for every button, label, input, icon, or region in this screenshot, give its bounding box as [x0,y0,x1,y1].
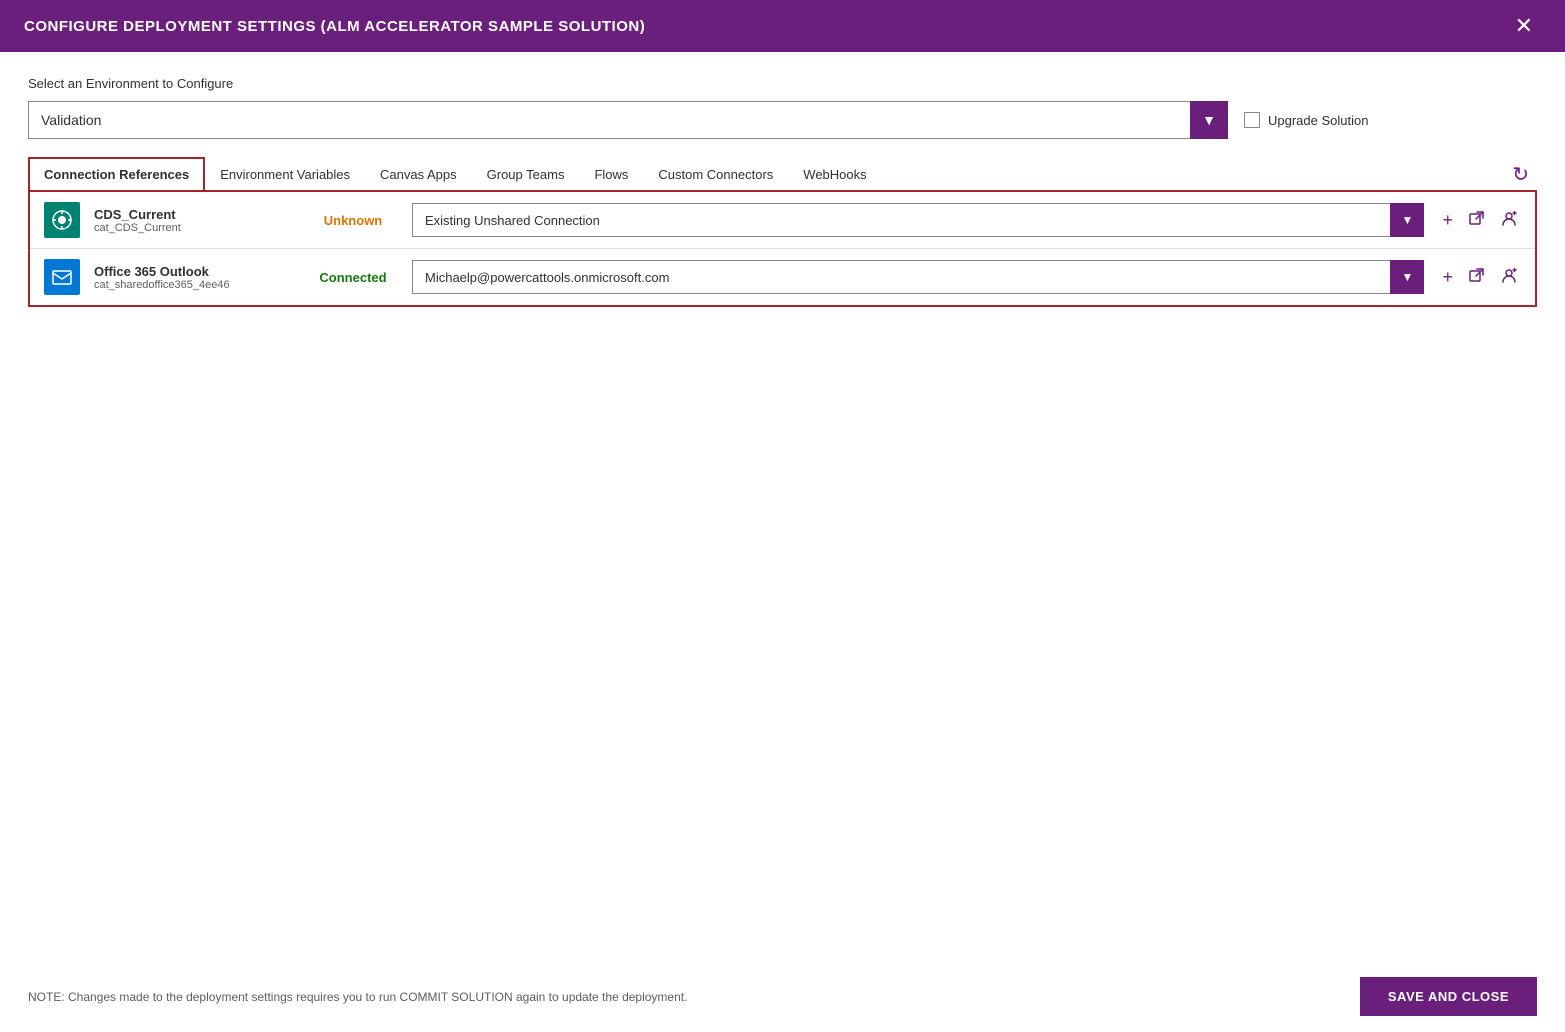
tab-flows[interactable]: Flows [579,158,643,191]
conn-dropdown-wrapper: Existing Unshared Connection ▼ [412,203,1424,237]
table-row: CDS_Current cat_CDS_Current Unknown Exis… [30,192,1535,249]
conn-sub: cat_sharedoffice365_4ee46 [94,279,294,291]
environment-select[interactable]: Validation [28,101,1228,139]
cds-icon [44,202,80,238]
tab-custom-connectors[interactable]: Custom Connectors [643,158,788,191]
conn-name: Office 365 Outlook [94,264,294,279]
save-close-button[interactable]: SAVE AND CLOSE [1360,977,1537,1016]
env-select-wrapper: Validation ▼ [28,101,1228,139]
conn-name-block: Office 365 Outlook cat_sharedoffice365_4… [94,264,294,291]
outlook-connection-select[interactable]: Michaelp@powercattools.onmicrosoft.com [412,260,1424,294]
tab-group-teams[interactable]: Group Teams [472,158,580,191]
tab-environment-variables[interactable]: Environment Variables [205,158,365,191]
outlook-icon [44,259,80,295]
footer-note: NOTE: Changes made to the deployment set… [28,990,687,1004]
tab-connection-references[interactable]: Connection References [28,157,205,192]
conn-status-connected: Connected [308,270,398,285]
env-label: Select an Environment to Configure [28,76,1537,91]
upgrade-solution-label[interactable]: Upgrade Solution [1244,112,1368,128]
conn-status-unknown: Unknown [308,213,398,228]
cds-open-button[interactable] [1465,207,1489,234]
outlook-add-button[interactable]: + [1438,264,1457,290]
dialog-footer: NOTE: Changes made to the deployment set… [0,961,1565,1032]
dialog-body: Select an Environment to Configure Valid… [0,52,1565,961]
outlook-share-button[interactable] [1497,264,1521,291]
outlook-open-button[interactable] [1465,264,1489,291]
cds-connection-select[interactable]: Existing Unshared Connection [412,203,1424,237]
conn-name: CDS_Current [94,207,294,222]
tabs-container: Connection References Environment Variab… [28,157,1537,307]
cds-add-button[interactable]: + [1438,207,1457,233]
dialog-header: CONFIGURE DEPLOYMENT SETTINGS (ALM Accel… [0,0,1565,52]
conn-sub: cat_CDS_Current [94,222,294,234]
configure-deployment-dialog: CONFIGURE DEPLOYMENT SETTINGS (ALM Accel… [0,0,1565,1032]
conn-dropdown-wrapper: Michaelp@powercattools.onmicrosoft.com ▼ [412,260,1424,294]
cds-actions: + [1438,207,1521,234]
tab-webhooks[interactable]: WebHooks [788,158,881,191]
env-select-row: Validation ▼ Upgrade Solution [28,101,1537,139]
refresh-button[interactable]: ↻ [1504,158,1537,191]
cds-share-button[interactable] [1497,207,1521,234]
close-button[interactable]: ✕ [1507,11,1541,41]
outlook-actions: + [1438,264,1521,291]
connection-references-content: CDS_Current cat_CDS_Current Unknown Exis… [28,190,1537,307]
dialog-title: CONFIGURE DEPLOYMENT SETTINGS (ALM Accel… [24,18,645,35]
upgrade-solution-checkbox[interactable] [1244,112,1260,128]
tabs-row: Connection References Environment Variab… [28,157,1537,192]
table-row: Office 365 Outlook cat_sharedoffice365_4… [30,249,1535,305]
conn-name-block: CDS_Current cat_CDS_Current [94,207,294,234]
tab-canvas-apps[interactable]: Canvas Apps [365,158,472,191]
